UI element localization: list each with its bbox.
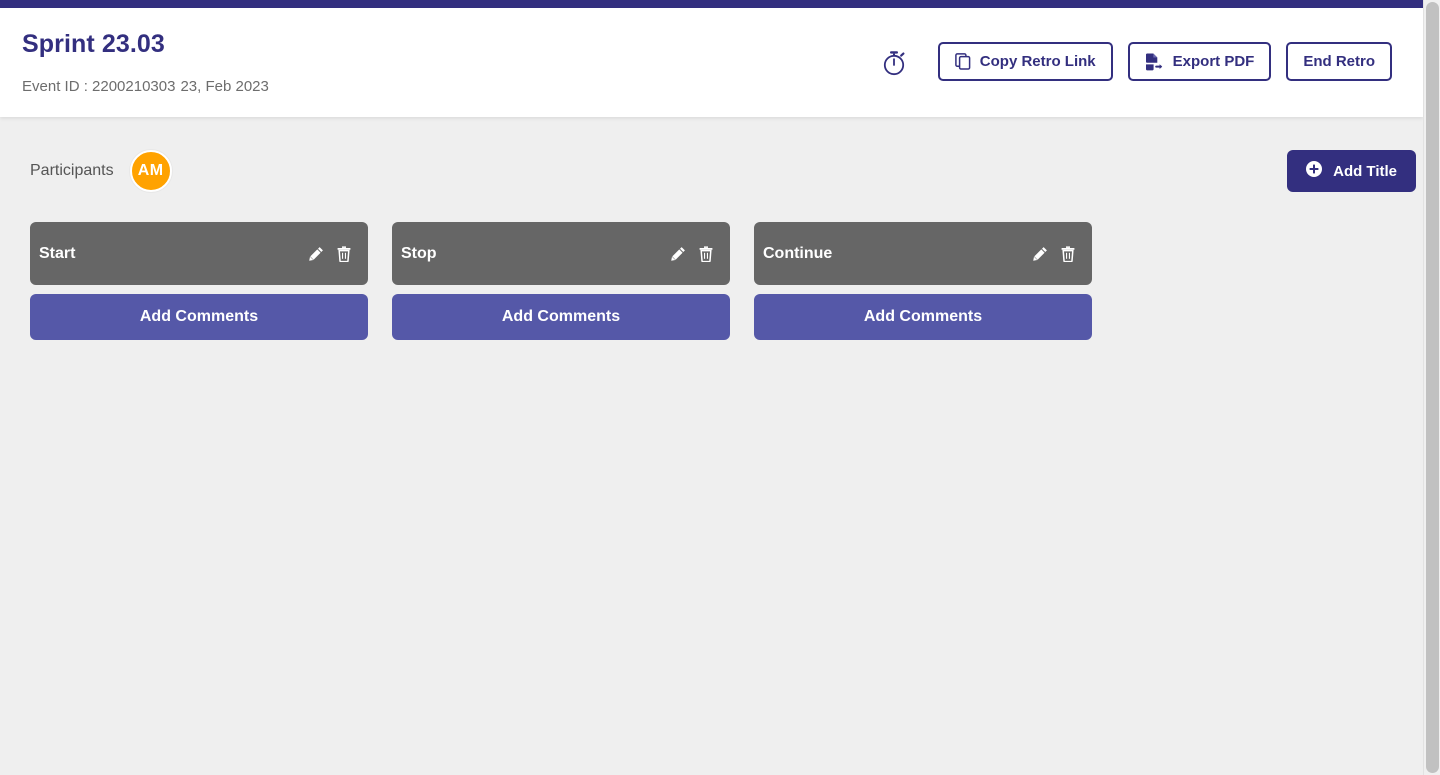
plus-circle-icon (1306, 161, 1322, 181)
column-header-icons (1031, 243, 1077, 264)
add-title-button[interactable]: Add Title (1287, 150, 1416, 192)
copy-retro-link-button[interactable]: Copy Retro Link (938, 42, 1113, 81)
trash-icon[interactable] (334, 243, 353, 264)
retro-column-start: Start (30, 222, 368, 340)
column-title: Continue (763, 245, 1031, 263)
column-header: Stop (392, 222, 730, 285)
column-header-icons (307, 243, 353, 264)
end-retro-button[interactable]: End Retro (1286, 42, 1392, 81)
export-pdf-button[interactable]: Export PDF (1128, 42, 1272, 81)
stopwatch-icon[interactable] (880, 47, 910, 77)
event-id: Event ID : 2200210303 (22, 78, 175, 95)
scrollbar-thumb[interactable] (1426, 2, 1439, 773)
event-date: 23, Feb 2023 (180, 78, 268, 95)
app-header: Sprint 23.03 Event ID : 2200210303 23, Fe… (0, 8, 1423, 117)
avatar[interactable]: AM (130, 150, 172, 192)
top-accent-strip (0, 0, 1423, 8)
add-comments-button[interactable]: Add Comments (30, 294, 368, 340)
participants-row: Participants AM (30, 150, 172, 192)
add-comments-button[interactable]: Add Comments (392, 294, 730, 340)
add-comments-button[interactable]: Add Comments (754, 294, 1092, 340)
pencil-icon[interactable] (1031, 243, 1050, 264)
file-export-icon (1145, 53, 1164, 71)
pencil-icon[interactable] (669, 243, 688, 264)
participants-label: Participants (30, 162, 114, 180)
column-header-icons (669, 243, 715, 264)
header-actions: Copy Retro Link Export PDF End Retro (880, 42, 1392, 81)
event-meta: Event ID : 2200210303 23, Feb 2023 (22, 78, 269, 95)
trash-icon[interactable] (1058, 243, 1077, 264)
column-title: Start (39, 245, 307, 263)
page-title: Sprint 23.03 (22, 30, 165, 59)
trash-icon[interactable] (696, 243, 715, 264)
vertical-scrollbar[interactable] (1423, 0, 1440, 775)
retro-column-continue: Continue (754, 222, 1092, 340)
retro-column-stop: Stop (392, 222, 730, 340)
column-header: Continue (754, 222, 1092, 285)
add-title-label: Add Title (1333, 163, 1397, 180)
pencil-icon[interactable] (307, 243, 326, 264)
column-title: Stop (401, 245, 669, 263)
end-retro-label: End Retro (1303, 53, 1375, 70)
retro-columns: Start (30, 222, 1092, 340)
column-header: Start (30, 222, 368, 285)
copy-retro-link-label: Copy Retro Link (980, 53, 1096, 70)
export-pdf-label: Export PDF (1173, 53, 1255, 70)
copy-icon (955, 53, 971, 70)
